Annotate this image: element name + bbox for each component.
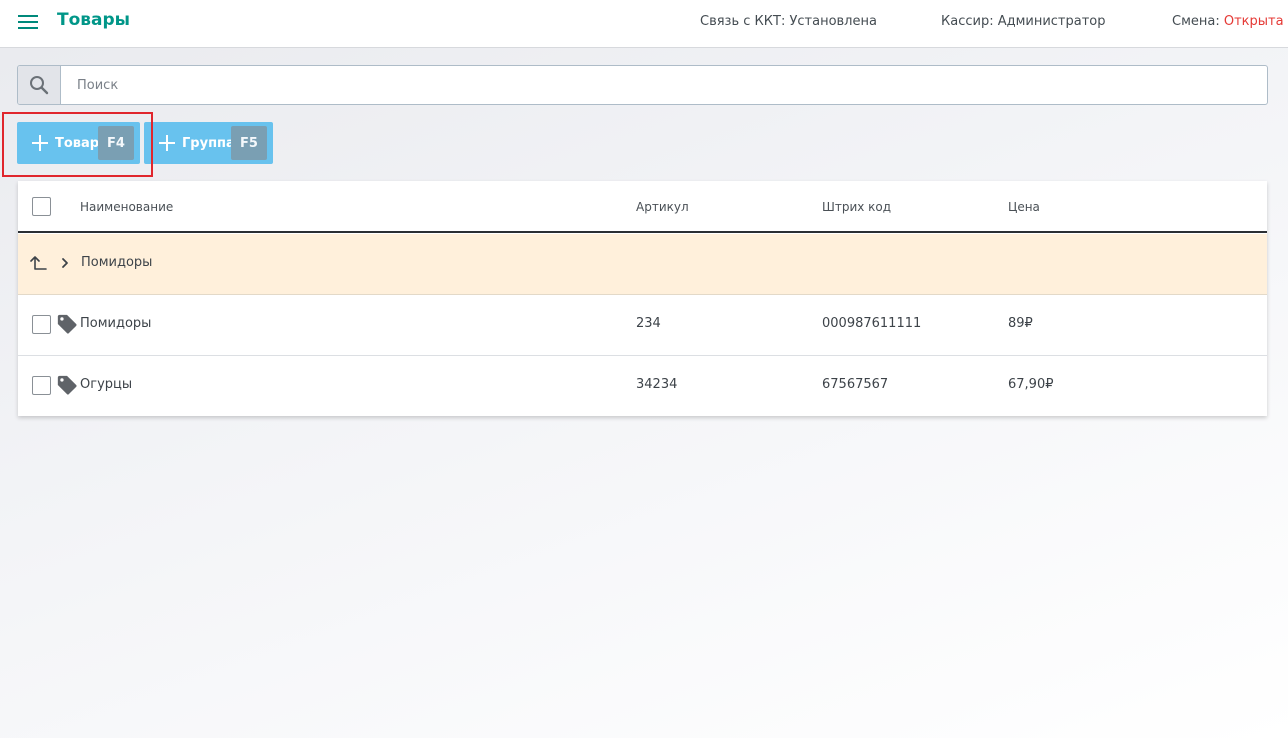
add-group-label: Группа [182, 135, 235, 151]
cashier-status: Кассир: Администратор [941, 14, 1106, 29]
table-row[interactable]: Помидоры 234 000987611111 89₽ [18, 295, 1267, 356]
shift-value: Открыта [1223, 14, 1284, 29]
tag-icon [57, 375, 77, 395]
products-table: Наименование Артикул Штрих код Цена Поми… [18, 181, 1267, 416]
group-name: Помидоры [81, 255, 153, 270]
add-product-label: Товар [55, 135, 100, 151]
add-group-hotkey: F5 [231, 126, 267, 160]
table-header: Наименование Артикул Штрих код Цена [18, 181, 1267, 233]
product-price: 89₽ [1008, 316, 1033, 331]
top-bar: Товары Связь с ККТ: Установлена Кассир: … [0, 0, 1288, 48]
shift-label: Смена: [1172, 14, 1224, 29]
group-row[interactable]: Помидоры [18, 234, 1267, 295]
level-up-icon[interactable] [30, 254, 48, 272]
column-header-name[interactable]: Наименование [80, 200, 173, 214]
product-price: 67,90₽ [1008, 377, 1054, 392]
product-barcode: 000987611111 [822, 316, 922, 331]
product-barcode: 67567567 [822, 377, 889, 392]
add-group-button[interactable]: Группа F5 [144, 122, 273, 164]
chevron-right-icon[interactable] [58, 256, 72, 270]
search-icon[interactable] [18, 66, 61, 104]
product-name: Огурцы [80, 377, 133, 392]
row-checkbox[interactable] [32, 315, 51, 334]
search-input[interactable] [62, 66, 1267, 104]
kkt-status: Связь с ККТ: Установлена [700, 14, 877, 29]
column-header-sku[interactable]: Артикул [636, 200, 689, 214]
shift-status: Смена: Открыта [1172, 14, 1284, 29]
plus-icon [32, 135, 48, 151]
product-sku: 234 [636, 316, 661, 331]
table-row[interactable]: Огурцы 34234 67567567 67,90₽ [18, 356, 1267, 417]
page-title: Товары [57, 10, 131, 30]
add-product-button[interactable]: Товар F4 [17, 122, 140, 164]
row-checkbox[interactable] [32, 376, 51, 395]
product-name: Помидоры [80, 316, 152, 331]
add-product-hotkey: F4 [98, 126, 134, 160]
tag-icon [57, 314, 77, 334]
select-all-checkbox[interactable] [32, 197, 51, 216]
menu-icon[interactable] [18, 13, 40, 31]
column-header-barcode[interactable]: Штрих код [822, 200, 891, 214]
product-sku: 34234 [636, 377, 678, 392]
search-bar [17, 65, 1268, 105]
column-header-price[interactable]: Цена [1008, 200, 1040, 214]
plus-icon [159, 135, 175, 151]
